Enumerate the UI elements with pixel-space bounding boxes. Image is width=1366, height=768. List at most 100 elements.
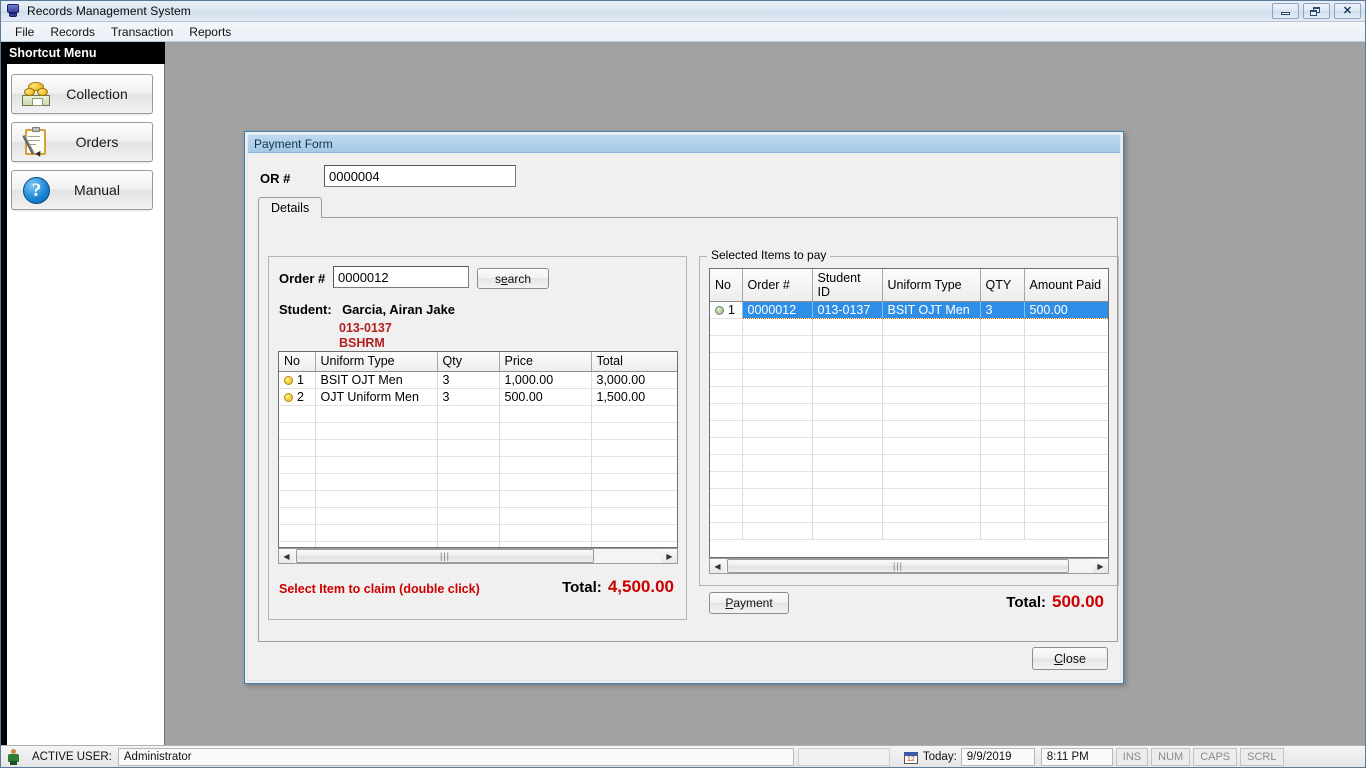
column-header-uniform-type[interactable]: Uniform Type bbox=[315, 352, 438, 372]
cell-empty bbox=[980, 386, 1025, 404]
table-row-empty[interactable] bbox=[279, 490, 677, 508]
column-header-no[interactable]: No bbox=[710, 269, 743, 302]
tab-details[interactable]: Details bbox=[258, 197, 323, 218]
cell-uniform-type: BSIT OJT Men bbox=[315, 371, 438, 389]
table-row-empty[interactable] bbox=[710, 505, 1108, 523]
cell-empty bbox=[437, 422, 500, 440]
cell-empty bbox=[591, 490, 677, 508]
payment-button[interactable]: Payment bbox=[709, 592, 789, 614]
column-header-price[interactable]: Price bbox=[499, 352, 592, 372]
table-row-empty[interactable] bbox=[710, 335, 1108, 353]
table-row-empty[interactable] bbox=[710, 352, 1108, 370]
close-window-button[interactable]: ✕ bbox=[1334, 3, 1361, 19]
minimize-button[interactable] bbox=[1272, 3, 1299, 19]
cell-empty bbox=[882, 522, 981, 540]
table-row-empty[interactable] bbox=[710, 522, 1108, 540]
cell-empty bbox=[710, 471, 743, 489]
column-header-qty[interactable]: Qty bbox=[437, 352, 500, 372]
menu-item-reports[interactable]: Reports bbox=[181, 23, 239, 41]
right-total-label: Total: bbox=[1006, 594, 1046, 611]
cell-empty bbox=[279, 422, 316, 440]
menu-item-records[interactable]: Records bbox=[42, 23, 103, 41]
tab-strip: Details bbox=[258, 197, 1118, 218]
time-value: 8:11 PM bbox=[1040, 747, 1113, 766]
table-row-empty[interactable] bbox=[279, 473, 677, 491]
row-marker-icon bbox=[284, 392, 293, 402]
payment-form-dialog: Payment Form OR # Details Order # search bbox=[244, 131, 1124, 684]
cell-empty bbox=[1024, 437, 1108, 455]
column-header-order-no[interactable]: Order # bbox=[742, 269, 813, 302]
window-controls: ✕ bbox=[1272, 3, 1361, 19]
or-number-input[interactable] bbox=[324, 165, 516, 187]
scroll-left-arrow-icon[interactable]: ◀ bbox=[710, 559, 725, 573]
calendar-icon: 12 bbox=[903, 750, 918, 764]
table-row-empty[interactable] bbox=[710, 471, 1108, 489]
close-button[interactable]: Close bbox=[1032, 647, 1108, 670]
sidebar-item-manual[interactable]: ? Manual bbox=[11, 170, 153, 210]
table-row-empty[interactable] bbox=[279, 422, 677, 440]
selected-items-table: No Order # Student ID Uniform Type QTY A… bbox=[710, 269, 1108, 540]
table-row[interactable]: 2 OJT Uniform Men 3 500.00 1,500.00 bbox=[279, 388, 677, 406]
selected-items-grid[interactable]: No Order # Student ID Uniform Type QTY A… bbox=[709, 268, 1109, 558]
table-row-empty[interactable] bbox=[710, 454, 1108, 472]
student-label: Student: bbox=[279, 302, 332, 317]
scroll-thumb[interactable]: ||| bbox=[296, 549, 594, 563]
cell-empty bbox=[710, 318, 743, 336]
search-button[interactable]: search bbox=[477, 268, 549, 289]
column-header-qty[interactable]: QTY bbox=[980, 269, 1025, 302]
cell-empty bbox=[742, 522, 813, 540]
scroll-right-arrow-icon[interactable]: ▶ bbox=[1093, 559, 1108, 573]
scroll-thumb[interactable]: ||| bbox=[727, 559, 1069, 573]
cell-empty bbox=[279, 507, 316, 525]
table-row[interactable]: 1 BSIT OJT Men 3 1,000.00 3,000.00 bbox=[279, 371, 677, 389]
table-row-empty[interactable] bbox=[710, 437, 1108, 455]
table-row-empty[interactable] bbox=[279, 405, 677, 423]
scroll-track[interactable]: ||| bbox=[294, 549, 662, 563]
cell-empty bbox=[742, 488, 813, 506]
sidebar-item-collection[interactable]: Collection bbox=[11, 74, 153, 114]
table-row-empty[interactable] bbox=[279, 456, 677, 474]
client-area: Shortcut Menu Collection Orders ? Manual… bbox=[1, 42, 1365, 745]
selected-items-hscrollbar[interactable]: ◀ ||| ▶ bbox=[709, 558, 1109, 574]
cell-empty bbox=[882, 335, 981, 353]
cell-empty bbox=[1024, 488, 1108, 506]
column-header-student-id[interactable]: Student ID bbox=[812, 269, 883, 302]
cell-empty bbox=[279, 405, 316, 423]
cell-empty bbox=[499, 456, 592, 474]
table-row-empty[interactable] bbox=[279, 507, 677, 525]
table-row-empty[interactable] bbox=[279, 524, 677, 542]
column-header-amount-paid[interactable]: Amount Paid bbox=[1024, 269, 1108, 302]
cell-price: 500.00 bbox=[499, 388, 592, 406]
column-header-total[interactable]: Total bbox=[591, 352, 677, 372]
column-header-uniform-type[interactable]: Uniform Type bbox=[882, 269, 981, 302]
table-row-empty[interactable] bbox=[710, 318, 1108, 336]
table-row-empty[interactable] bbox=[279, 439, 677, 457]
cell-empty bbox=[279, 456, 316, 474]
table-row-empty[interactable] bbox=[279, 541, 677, 547]
table-row-empty[interactable] bbox=[710, 420, 1108, 438]
restore-button[interactable] bbox=[1303, 3, 1330, 19]
cell-empty bbox=[980, 420, 1025, 438]
table-row-empty[interactable] bbox=[710, 369, 1108, 387]
menu-item-transaction[interactable]: Transaction bbox=[103, 23, 181, 41]
date-value: 9/9/2019 bbox=[960, 747, 1035, 766]
table-row-empty[interactable] bbox=[710, 488, 1108, 506]
order-number-input[interactable] bbox=[333, 266, 469, 288]
right-total-value: 500.00 bbox=[1052, 592, 1104, 611]
table-row[interactable]: 1 0000012 013-0137 BSIT OJT Men 3 500.00 bbox=[710, 301, 1108, 319]
scroll-track[interactable]: ||| bbox=[725, 559, 1093, 573]
cell-empty bbox=[591, 524, 677, 542]
sidebar-item-orders[interactable]: Orders bbox=[11, 122, 153, 162]
column-header-no[interactable]: No bbox=[279, 352, 316, 372]
table-row-empty[interactable] bbox=[710, 386, 1108, 404]
cell-empty bbox=[499, 490, 592, 508]
cell-empty bbox=[882, 505, 981, 523]
order-items-hscrollbar[interactable]: ◀ ||| ▶ bbox=[278, 548, 678, 564]
table-row-empty[interactable] bbox=[710, 403, 1108, 421]
cell-empty bbox=[882, 386, 981, 404]
scroll-left-arrow-icon[interactable]: ◀ bbox=[279, 549, 294, 563]
order-items-grid[interactable]: No Uniform Type Qty Price Total 1 BSIT OJ… bbox=[278, 351, 678, 548]
scroll-right-arrow-icon[interactable]: ▶ bbox=[662, 549, 677, 563]
status-key-caps: CAPS bbox=[1193, 747, 1238, 766]
menu-item-file[interactable]: File bbox=[7, 23, 42, 41]
